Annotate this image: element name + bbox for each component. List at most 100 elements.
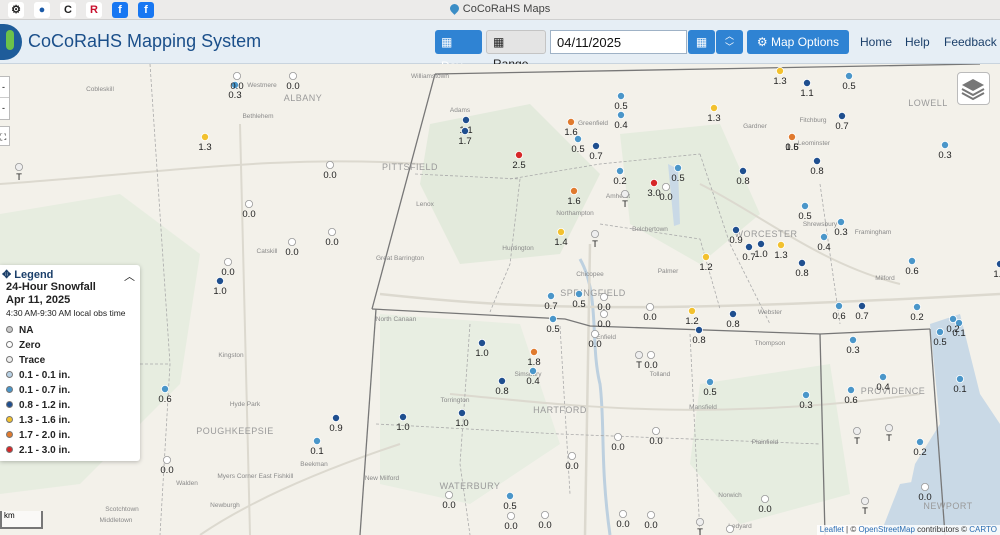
station-dot-icon[interactable] <box>592 142 601 151</box>
station-dot-icon[interactable] <box>288 71 297 80</box>
station-dot-icon[interactable] <box>200 133 209 142</box>
station-dot-icon[interactable] <box>477 338 486 347</box>
chevron-up-icon[interactable]: ︿ <box>716 31 743 42</box>
station-dot-icon[interactable] <box>515 151 524 160</box>
station-dot-icon[interactable] <box>457 408 466 417</box>
station-dot-icon[interactable] <box>541 510 550 519</box>
attribution-link[interactable]: Leaflet <box>820 525 844 534</box>
station-dot-icon[interactable] <box>549 314 558 323</box>
station-dot-icon[interactable] <box>621 190 630 199</box>
station-dot-icon[interactable] <box>798 258 807 267</box>
station-dot-icon[interactable] <box>14 163 23 172</box>
station-dot-icon[interactable] <box>646 302 655 311</box>
station-dot-icon[interactable] <box>398 412 407 421</box>
station-dot-icon[interactable] <box>696 517 705 526</box>
range-button[interactable]: ▦ Range <box>486 30 546 71</box>
station-dot-icon[interactable] <box>847 385 856 394</box>
station-dot-icon[interactable] <box>547 291 556 300</box>
station-dot-icon[interactable] <box>776 67 785 75</box>
station-dot-icon[interactable] <box>647 510 656 519</box>
map-canvas[interactable]: Cobleskill Westmere ALBANY Bethlehem William… <box>0 64 1000 535</box>
station-dot-icon[interactable] <box>287 237 296 246</box>
station-dot-icon[interactable] <box>739 167 748 176</box>
station-dot-icon[interactable] <box>575 289 584 298</box>
station-dot-icon[interactable] <box>801 201 810 210</box>
station-dot-icon[interactable] <box>941 141 950 150</box>
station-dot-icon[interactable] <box>688 306 697 315</box>
station-marker[interactable]: T <box>635 350 644 371</box>
station-dot-icon[interactable] <box>729 309 738 318</box>
station-dot-icon[interactable] <box>820 232 829 241</box>
station-dot-icon[interactable] <box>861 496 870 505</box>
station-marker[interactable]: T <box>591 229 600 250</box>
station-dot-icon[interactable] <box>223 257 232 266</box>
station-dot-icon[interactable] <box>325 161 334 170</box>
station-dot-icon[interactable] <box>505 491 514 500</box>
station-dot-icon[interactable] <box>761 494 770 503</box>
station-dot-icon[interactable] <box>757 239 766 248</box>
station-dot-icon[interactable] <box>647 350 656 359</box>
station-dot-icon[interactable] <box>662 183 671 192</box>
station-dot-icon[interactable] <box>312 436 321 445</box>
station-dot-icon[interactable] <box>996 260 1000 268</box>
station-dot-icon[interactable] <box>788 133 797 142</box>
station-dot-icon[interactable] <box>845 71 854 80</box>
legend-header[interactable]: ✥ Legend <box>2 268 53 281</box>
station-dot-icon[interactable] <box>600 292 609 301</box>
station-marker[interactable]: T <box>14 163 23 183</box>
zoom-out-button[interactable]: - <box>0 98 9 119</box>
station-dot-icon[interactable] <box>813 157 822 166</box>
chevron-down-icon[interactable]: ﹀ <box>716 42 743 53</box>
station-marker[interactable]: T <box>621 190 630 210</box>
station-dot-icon[interactable] <box>574 135 583 144</box>
station-dot-icon[interactable] <box>617 91 626 100</box>
station-dot-icon[interactable] <box>916 437 925 446</box>
station-dot-icon[interactable] <box>567 118 576 127</box>
layers-button[interactable] <box>957 72 990 105</box>
station-dot-icon[interactable] <box>777 240 786 249</box>
station-dot-icon[interactable] <box>215 276 224 285</box>
fullscreen-button[interactable]: ⛶ <box>0 126 10 146</box>
station-dot-icon[interactable] <box>858 301 867 310</box>
station-dot-icon[interactable] <box>461 116 470 125</box>
station-dot-icon[interactable] <box>838 112 847 121</box>
station-dot-icon[interactable] <box>591 329 600 338</box>
station-dot-icon[interactable] <box>160 384 169 393</box>
station-dot-icon[interactable] <box>529 366 538 375</box>
station-marker[interactable]: T <box>696 517 705 535</box>
station-dot-icon[interactable] <box>506 511 515 520</box>
station-marker[interactable]: T <box>861 496 870 517</box>
station-dot-icon[interactable] <box>885 423 894 432</box>
station-dot-icon[interactable] <box>557 227 566 236</box>
station-dot-icon[interactable] <box>591 229 600 238</box>
station-dot-icon[interactable] <box>331 413 340 422</box>
nav-help-link[interactable]: Help <box>905 35 930 49</box>
station-marker[interactable]: T <box>853 426 862 447</box>
station-dot-icon[interactable] <box>530 347 539 356</box>
station-dot-icon[interactable] <box>244 199 253 208</box>
station-dot-icon[interactable] <box>695 325 704 334</box>
station-dot-icon[interactable] <box>706 377 715 386</box>
station-dot-icon[interactable] <box>803 78 812 87</box>
map-options-button[interactable]: ⚙ Map Options <box>747 30 849 54</box>
station-dot-icon[interactable] <box>949 314 958 323</box>
station-dot-icon[interactable] <box>835 301 844 310</box>
station-dot-icon[interactable] <box>570 187 579 196</box>
station-dot-icon[interactable] <box>837 217 846 226</box>
station-dot-icon[interactable] <box>619 509 628 518</box>
zoom-in-button[interactable]: - <box>0 77 9 98</box>
station-dot-icon[interactable] <box>879 372 888 381</box>
station-dot-icon[interactable] <box>232 71 241 80</box>
nav-feedback-link[interactable]: Feedback <box>944 35 997 49</box>
station-dot-icon[interactable] <box>710 104 719 113</box>
nav-home-link[interactable]: Home <box>860 35 892 49</box>
station-dot-icon[interactable] <box>497 376 506 385</box>
station-dot-icon[interactable] <box>444 490 453 499</box>
attribution-link[interactable]: CARTO <box>969 525 997 534</box>
station-dot-icon[interactable] <box>617 111 626 120</box>
date-stepper[interactable]: ︿ ﹀ <box>716 30 743 54</box>
move-icon[interactable]: ✥ <box>2 269 14 281</box>
station-dot-icon[interactable] <box>568 451 577 460</box>
station-dot-icon[interactable] <box>702 252 711 261</box>
station-dot-icon[interactable] <box>674 164 683 173</box>
